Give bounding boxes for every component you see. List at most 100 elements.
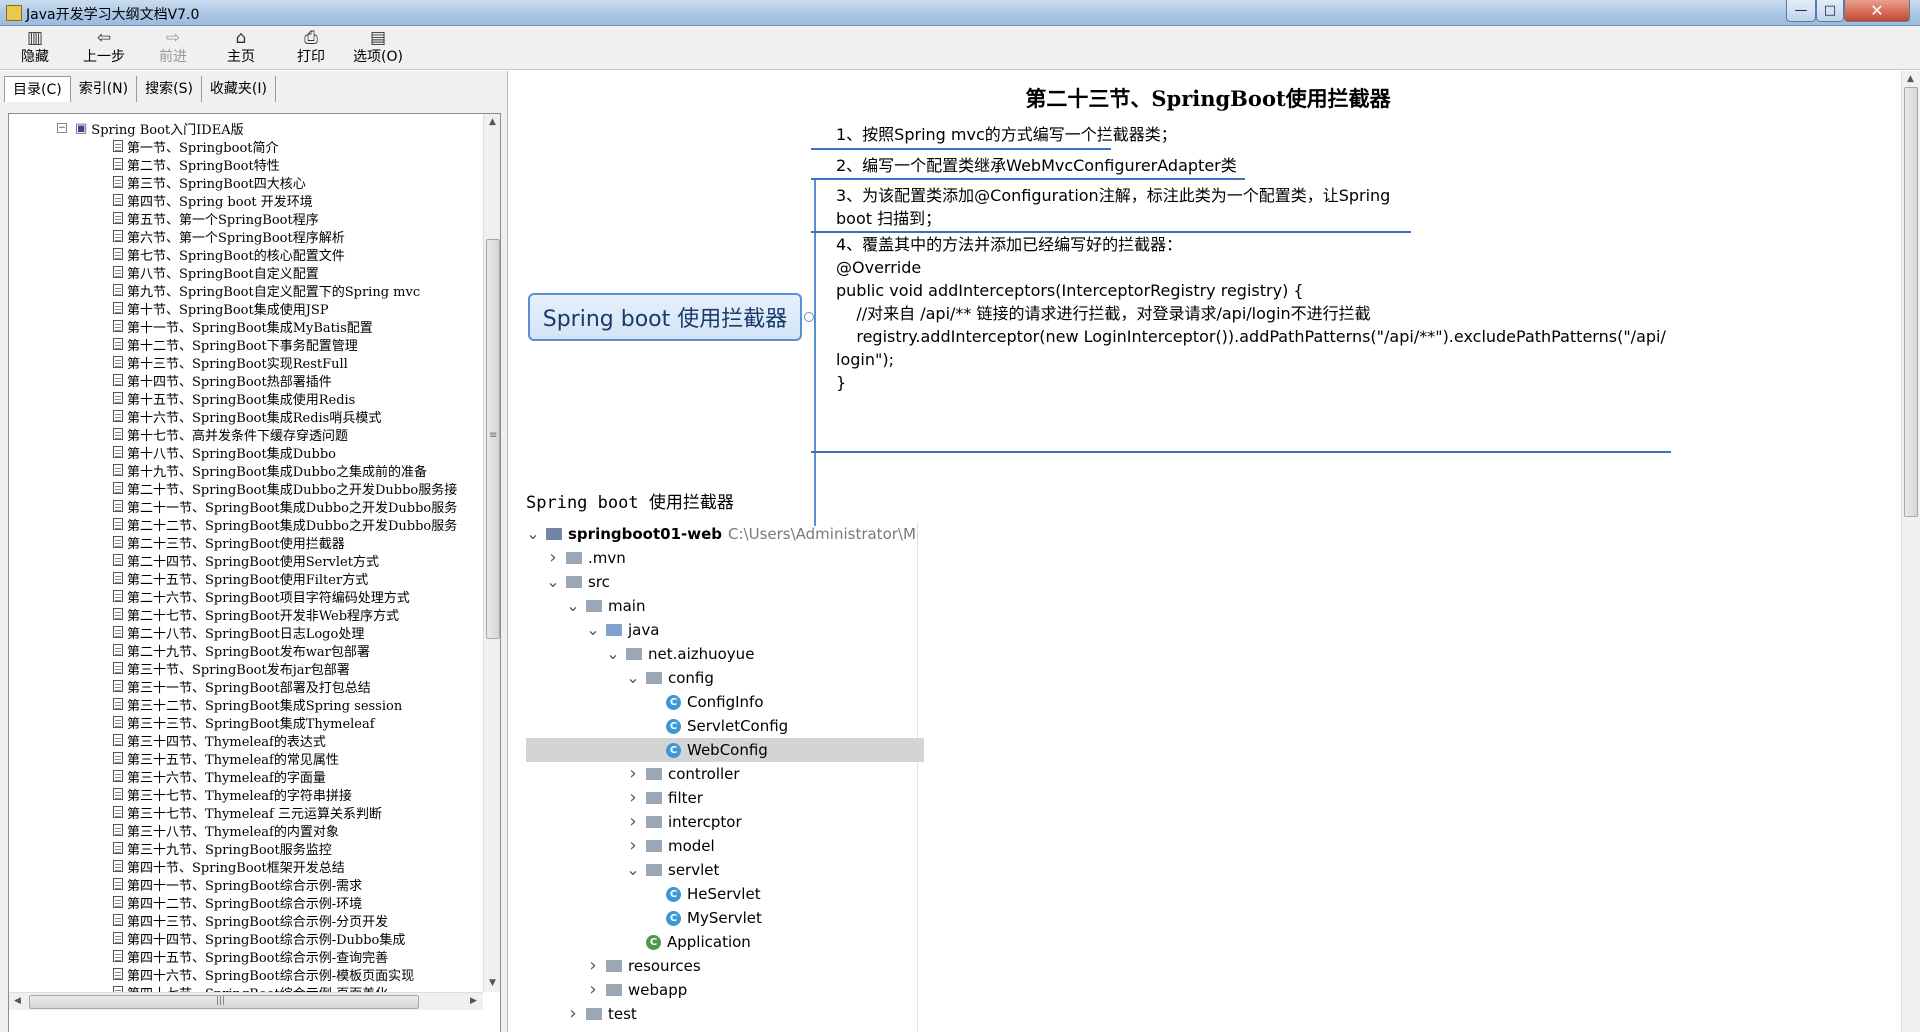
toc-item[interactable]: 第三十四节、Thymeleaf的表达式 bbox=[9, 731, 483, 749]
toc-item[interactable]: 第二十五节、SpringBoot使用Filter方式 bbox=[9, 569, 483, 587]
toc-item[interactable]: 第四十节、SpringBoot框架开发总结 bbox=[9, 857, 483, 875]
tree-row[interactable]: ⌄ springboot01-web C:\Users\Administrator\… bbox=[526, 522, 924, 546]
tree-row[interactable]: C ConfigInfo bbox=[526, 690, 924, 714]
toc-item[interactable]: 第二十七节、SpringBoot开发非Web程序方式 bbox=[9, 605, 483, 623]
scroll-left-icon[interactable]: ◀ bbox=[14, 996, 21, 1006]
toc-item[interactable]: 第三十九节、SpringBoot服务监控 bbox=[9, 839, 483, 857]
tree-row[interactable]: › .mvn bbox=[526, 546, 924, 570]
toc-item[interactable]: 第二十节、SpringBoot集成Dubbo之开发Dubbo服务接 bbox=[9, 479, 483, 497]
toc-item[interactable]: 第十七节、高并发条件下缓存穿透问题 bbox=[9, 425, 483, 443]
toc-item[interactable]: 第三十七节、Thymeleaf 三元运算关系判断 bbox=[9, 803, 483, 821]
chevron-down-icon[interactable]: ⌄ bbox=[606, 646, 620, 662]
toc-item[interactable]: 第三十七节、Thymeleaf的字符串拼接 bbox=[9, 785, 483, 803]
toc-item[interactable]: 第四十一节、SpringBoot综合示例-需求 bbox=[9, 875, 483, 893]
toc-scroll-thumb[interactable]: ≡ bbox=[486, 239, 500, 639]
chevron-right-icon[interactable]: › bbox=[626, 813, 640, 831]
chevron-right-icon[interactable]: › bbox=[586, 957, 600, 975]
chevron-right-icon[interactable]: › bbox=[626, 837, 640, 855]
tree-row[interactable]: › webapp bbox=[526, 978, 924, 1002]
chevron-down-icon[interactable]: ⌄ bbox=[626, 862, 640, 878]
tab-search[interactable]: 搜索(S) bbox=[137, 76, 202, 102]
chevron-right-icon[interactable]: › bbox=[626, 789, 640, 807]
toc-item[interactable]: 第十五节、SpringBoot集成使用Redis bbox=[9, 389, 483, 407]
tree-row[interactable]: › filter bbox=[526, 786, 924, 810]
hide-button[interactable]: ▥ 隐藏 bbox=[18, 28, 52, 68]
toc-item[interactable]: 第二十二节、SpringBoot集成Dubbo之开发Dubbo服务 bbox=[9, 515, 483, 533]
minimize-button[interactable]: — bbox=[1786, 0, 1816, 22]
tab-contents[interactable]: 目录(C) bbox=[4, 76, 71, 102]
toc-item[interactable]: 第一节、Springboot简介 bbox=[9, 137, 483, 155]
tree-row[interactable]: › controller bbox=[526, 762, 924, 786]
tree-row[interactable]: C MyServlet bbox=[526, 906, 924, 930]
toc-item[interactable]: 第三十三节、SpringBoot集成Thymeleaf bbox=[9, 713, 483, 731]
toc-item[interactable]: 第四十六节、SpringBoot综合示例-模板页面实现 bbox=[9, 965, 483, 983]
tree-row[interactable]: C WebConfig bbox=[526, 738, 924, 762]
toc-item[interactable]: 第十节、SpringBoot集成使用JSP bbox=[9, 299, 483, 317]
toc-item[interactable]: 第二十三节、SpringBoot使用拦截器 bbox=[9, 533, 483, 551]
content-vertical-scrollbar[interactable]: ▲ bbox=[1901, 71, 1920, 1032]
chevron-down-icon[interactable]: ⌄ bbox=[566, 598, 580, 614]
toc-hscroll-thumb[interactable]: ||| bbox=[29, 995, 419, 1009]
toc-item[interactable]: 第二十四节、SpringBoot使用Servlet方式 bbox=[9, 551, 483, 569]
scroll-up-icon[interactable]: ▲ bbox=[1907, 74, 1914, 84]
chevron-down-icon[interactable]: ⌄ bbox=[626, 670, 640, 686]
print-button[interactable]: ⎙ 打印 bbox=[294, 28, 328, 68]
chevron-right-icon[interactable]: › bbox=[546, 549, 560, 567]
tree-row[interactable]: ⌄ src bbox=[526, 570, 924, 594]
toc-item[interactable]: 第二节、SpringBoot特性 bbox=[9, 155, 483, 173]
toc-item[interactable]: 第十八节、SpringBoot集成Dubbo bbox=[9, 443, 483, 461]
toc-item[interactable]: 第四十五节、SpringBoot综合示例-查询完善 bbox=[9, 947, 483, 965]
toc-vertical-scrollbar[interactable]: ▲ ≡ ▼ bbox=[483, 114, 500, 992]
scroll-right-icon[interactable]: ▶ bbox=[470, 996, 477, 1006]
back-button[interactable]: ⇦ 上一步 bbox=[80, 28, 128, 68]
tab-favorites[interactable]: 收藏夹(I) bbox=[202, 76, 276, 102]
toc-item[interactable]: 第三十六节、Thymeleaf的字面量 bbox=[9, 767, 483, 785]
tree-row[interactable]: ⌄ net.aizhuoyue bbox=[526, 642, 924, 666]
home-button[interactable]: ⌂ 主页 bbox=[224, 28, 258, 68]
tree-row[interactable]: C HeServlet bbox=[526, 882, 924, 906]
toc-item[interactable]: 第十一节、SpringBoot集成MyBatis配置 bbox=[9, 317, 483, 335]
tree-row[interactable]: C Application bbox=[526, 930, 924, 954]
chevron-down-icon[interactable]: ⌄ bbox=[546, 574, 560, 590]
tree-row[interactable]: › model bbox=[526, 834, 924, 858]
toc-item[interactable]: 第三十八节、Thymeleaf的内置对象 bbox=[9, 821, 483, 839]
options-button[interactable]: ▤ 选项(O) bbox=[350, 28, 406, 68]
chevron-right-icon[interactable]: › bbox=[626, 765, 640, 783]
toc-item[interactable]: 第十六节、SpringBoot集成Redis哨兵模式 bbox=[9, 407, 483, 425]
toc-item[interactable]: 第三十五节、Thymeleaf的常见属性 bbox=[9, 749, 483, 767]
tab-index[interactable]: 索引(N) bbox=[71, 76, 138, 102]
toc-item[interactable]: 第七节、SpringBoot的核心配置文件 bbox=[9, 245, 483, 263]
toc-item[interactable]: 第四十七节、SpringBoot综合示例-页面美化 bbox=[9, 983, 483, 992]
toc-item[interactable]: 第三十一节、SpringBoot部署及打包总结 bbox=[9, 677, 483, 695]
toc-item[interactable]: 第四十三节、SpringBoot综合示例-分页开发 bbox=[9, 911, 483, 929]
chevron-down-icon[interactable]: ⌄ bbox=[526, 526, 540, 542]
scroll-down-icon[interactable]: ▼ bbox=[489, 978, 496, 988]
toc-item[interactable]: 第二十九节、SpringBoot发布war包部署 bbox=[9, 641, 483, 659]
tree-row[interactable]: ⌄ main bbox=[526, 594, 924, 618]
toc-item[interactable]: 第四十二节、SpringBoot综合示例-环境 bbox=[9, 893, 483, 911]
toc-root-item[interactable]: − ▣ Spring Boot入门IDEA版 bbox=[9, 119, 483, 138]
content-scroll-thumb[interactable] bbox=[1904, 87, 1918, 517]
tree-row[interactable]: › intercptor bbox=[526, 810, 924, 834]
close-button[interactable]: ✕ bbox=[1844, 0, 1910, 22]
toc-item[interactable]: 第二十六节、SpringBoot项目字符编码处理方式 bbox=[9, 587, 483, 605]
toc-item[interactable]: 第十二节、SpringBoot下事务配置管理 bbox=[9, 335, 483, 353]
toc-item[interactable]: 第五节、第一个SpringBoot程序 bbox=[9, 209, 483, 227]
tree-row[interactable]: C ServletConfig bbox=[526, 714, 924, 738]
toc-horizontal-scrollbar[interactable]: ◀ ||| ▶ bbox=[9, 992, 483, 1010]
toc-item[interactable]: 第十三节、SpringBoot实现RestFull bbox=[9, 353, 483, 371]
chevron-down-icon[interactable]: ⌄ bbox=[586, 622, 600, 638]
toc-item[interactable]: 第六节、第一个SpringBoot程序解析 bbox=[9, 227, 483, 245]
forward-button[interactable]: ⇨ 前进 bbox=[156, 28, 190, 68]
toc-item[interactable]: 第九节、SpringBoot自定义配置下的Spring mvc bbox=[9, 281, 483, 299]
tree-row[interactable]: › test bbox=[526, 1002, 924, 1026]
scroll-up-icon[interactable]: ▲ bbox=[489, 117, 496, 127]
toc-item[interactable]: 第八节、SpringBoot自定义配置 bbox=[9, 263, 483, 281]
tree-row[interactable]: ⌄ servlet bbox=[526, 858, 924, 882]
toc-item[interactable]: 第三十节、SpringBoot发布jar包部署 bbox=[9, 659, 483, 677]
toc-item[interactable]: 第十四节、SpringBoot热部署插件 bbox=[9, 371, 483, 389]
toc-item[interactable]: 第四节、Spring boot 开发环境 bbox=[9, 191, 483, 209]
tree-row[interactable]: › resources bbox=[526, 954, 924, 978]
toc-item[interactable]: 第四十四节、SpringBoot综合示例-Dubbo集成 bbox=[9, 929, 483, 947]
collapse-icon[interactable]: − bbox=[57, 123, 67, 133]
